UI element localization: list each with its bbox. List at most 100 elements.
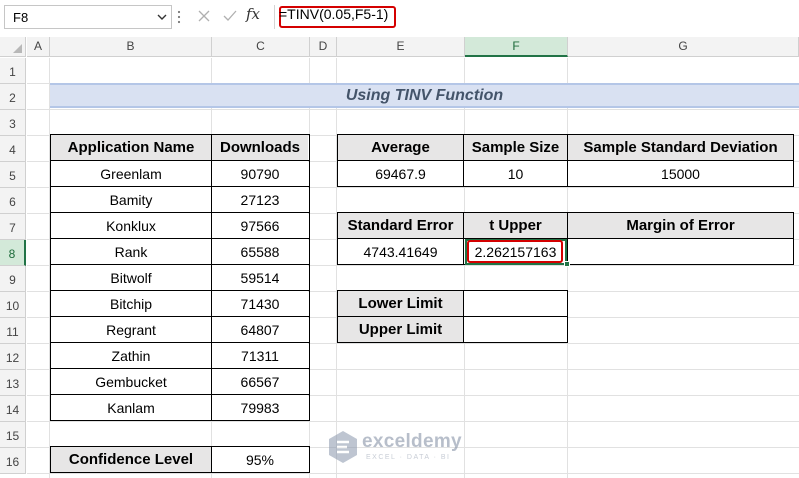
column-header-b[interactable]: B [50, 37, 212, 57]
apps-header-name[interactable]: Application Name [51, 135, 211, 160]
error-value-standard-error[interactable]: 4743.41649 [338, 239, 463, 264]
table-border-horizontal [50, 160, 310, 161]
row-header-7[interactable]: 7 [0, 214, 26, 240]
table-border-horizontal [50, 264, 310, 265]
row-header-16[interactable]: 16 [0, 448, 26, 474]
app-name-cell[interactable]: Greenlam [51, 161, 211, 186]
row-header-14[interactable]: 14 [0, 396, 26, 422]
grid-line-horizontal [27, 473, 799, 474]
select-all-button[interactable] [0, 37, 26, 57]
more-options-icon[interactable] [177, 9, 181, 25]
confidence-value[interactable]: 95% [212, 447, 308, 472]
name-box-value: F8 [13, 10, 29, 25]
table-border-vertical [567, 212, 568, 265]
app-name-cell[interactable]: Gembucket [51, 369, 211, 394]
row-header-1[interactable]: 1 [0, 58, 26, 84]
table-border-vertical [567, 290, 568, 343]
upper-limit-label[interactable]: Upper Limit [338, 317, 463, 342]
confidence-label[interactable]: Confidence Level [51, 447, 211, 472]
formula-input[interactable]: =TINV(0.05,F5-1) [274, 5, 799, 29]
error-header-margin[interactable]: Margin of Error [568, 213, 793, 238]
stats-value-sample-size[interactable]: 10 [464, 161, 567, 186]
downloads-cell[interactable]: 71430 [212, 291, 308, 316]
row-header-5[interactable]: 5 [0, 162, 26, 188]
downloads-cell[interactable]: 27123 [212, 187, 308, 212]
app-name-cell[interactable]: Zathin [51, 343, 211, 368]
error-header-standard-error[interactable]: Standard Error [338, 213, 463, 238]
insert-function-icon[interactable]: fx [246, 5, 266, 27]
app-name-cell[interactable]: Bitchip [51, 291, 211, 316]
table-border-vertical [337, 134, 338, 187]
apps-header-downloads[interactable]: Downloads [212, 135, 308, 160]
table-border-horizontal [50, 420, 310, 421]
table-border-horizontal [337, 186, 794, 187]
grid-line-vertical [336, 58, 337, 478]
table-border-vertical [793, 212, 794, 265]
column-header-d[interactable]: D [310, 37, 337, 57]
row-header-11[interactable]: 11 [0, 318, 26, 344]
error-value-margin[interactable] [568, 239, 793, 264]
app-name-cell[interactable]: Regrant [51, 317, 211, 342]
downloads-cell[interactable]: 66567 [212, 369, 308, 394]
table-border-horizontal [337, 212, 794, 213]
row-header-6[interactable]: 6 [0, 188, 26, 214]
column-header-g[interactable]: G [568, 37, 799, 57]
column-header-c[interactable]: C [212, 37, 310, 57]
check-icon[interactable] [222, 9, 238, 23]
column-header-f[interactable]: F [465, 37, 568, 57]
grid-line-vertical [464, 58, 465, 478]
chevron-down-icon[interactable] [155, 10, 169, 24]
downloads-cell[interactable]: 71311 [212, 343, 308, 368]
column-header-a[interactable]: A [27, 37, 50, 57]
downloads-cell[interactable]: 79983 [212, 395, 308, 420]
cancel-icon[interactable] [197, 9, 211, 23]
error-header-t-upper[interactable]: t Upper [464, 213, 567, 238]
stats-value-average[interactable]: 69467.9 [338, 161, 463, 186]
app-name-cell[interactable]: Kanlam [51, 395, 211, 420]
cell-highlight [467, 240, 563, 263]
row-header-15[interactable]: 15 [0, 422, 26, 448]
stats-header-std-dev[interactable]: Sample Standard Deviation [568, 135, 793, 160]
watermark-tagline: EXCEL · DATA · BI [366, 454, 451, 461]
lower-limit-label[interactable]: Lower Limit [338, 291, 463, 316]
row-header-3[interactable]: 3 [0, 110, 26, 136]
downloads-cell[interactable]: 59514 [212, 265, 308, 290]
stats-header-average[interactable]: Average [338, 135, 463, 160]
table-border-horizontal [50, 316, 310, 317]
watermark: exceldemy EXCEL · DATA · BI [326, 428, 496, 468]
downloads-cell[interactable]: 90790 [212, 161, 308, 186]
column-header-e[interactable]: E [337, 37, 465, 57]
table-border-horizontal [50, 238, 310, 239]
lower-limit-value[interactable] [464, 291, 567, 316]
downloads-cell[interactable]: 65588 [212, 239, 308, 264]
table-border-horizontal [337, 290, 568, 291]
table-border-vertical [793, 134, 794, 187]
downloads-cell[interactable]: 97566 [212, 213, 308, 238]
app-name-cell[interactable]: Rank [51, 239, 211, 264]
row-header-8[interactable]: 8 [0, 240, 26, 266]
table-border-vertical [211, 446, 212, 473]
formula-bar: F8 fx =TINV(0.05,F5-1) [0, 0, 799, 35]
app-name-cell[interactable]: Bamity [51, 187, 211, 212]
table-border-vertical [50, 134, 51, 421]
table-border-horizontal [50, 472, 310, 473]
row-header-9[interactable]: 9 [0, 266, 26, 292]
row-header-12[interactable]: 12 [0, 344, 26, 370]
table-border-horizontal [337, 342, 568, 343]
row-header-13[interactable]: 13 [0, 370, 26, 396]
stats-value-std-dev[interactable]: 15000 [568, 161, 793, 186]
downloads-cell[interactable]: 64807 [212, 317, 308, 342]
fill-handle[interactable] [564, 261, 570, 267]
watermark-name: exceldemy [362, 431, 462, 452]
app-name-cell[interactable]: Bitwolf [51, 265, 211, 290]
row-header-2[interactable]: 2 [0, 84, 26, 110]
grid-line-horizontal [27, 109, 799, 110]
stats-header-sample-size[interactable]: Sample Size [464, 135, 567, 160]
app-name-cell[interactable]: Konklux [51, 213, 211, 238]
sheet-title[interactable]: Using TINV Function [50, 83, 799, 108]
row-header-4[interactable]: 4 [0, 136, 26, 162]
name-box[interactable]: F8 [4, 5, 172, 29]
table-border-vertical [309, 134, 310, 421]
row-header-10[interactable]: 10 [0, 292, 26, 318]
upper-limit-value[interactable] [464, 317, 567, 342]
